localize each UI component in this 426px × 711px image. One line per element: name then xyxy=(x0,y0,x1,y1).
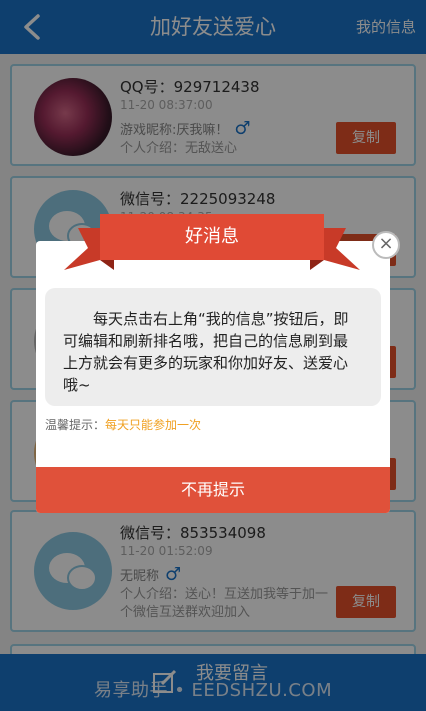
tip-label: 温馨提示： xyxy=(45,418,106,432)
tip-value: 每天只能参加一次 xyxy=(105,418,202,432)
dialog-title: 好消息 xyxy=(100,214,324,260)
dialog-ribbon: 好消息 xyxy=(64,214,360,270)
close-icon[interactable]: × xyxy=(372,231,400,259)
dont-remind-button[interactable]: 不再提示 xyxy=(36,467,390,513)
tip-line: 温馨提示：每天只能参加一次 xyxy=(45,416,201,433)
dialog-message: 每天点击右上角“我的信息”按钮后，即可编辑和刷新排名哦，把自己的信息刷到最上方就… xyxy=(45,288,381,406)
